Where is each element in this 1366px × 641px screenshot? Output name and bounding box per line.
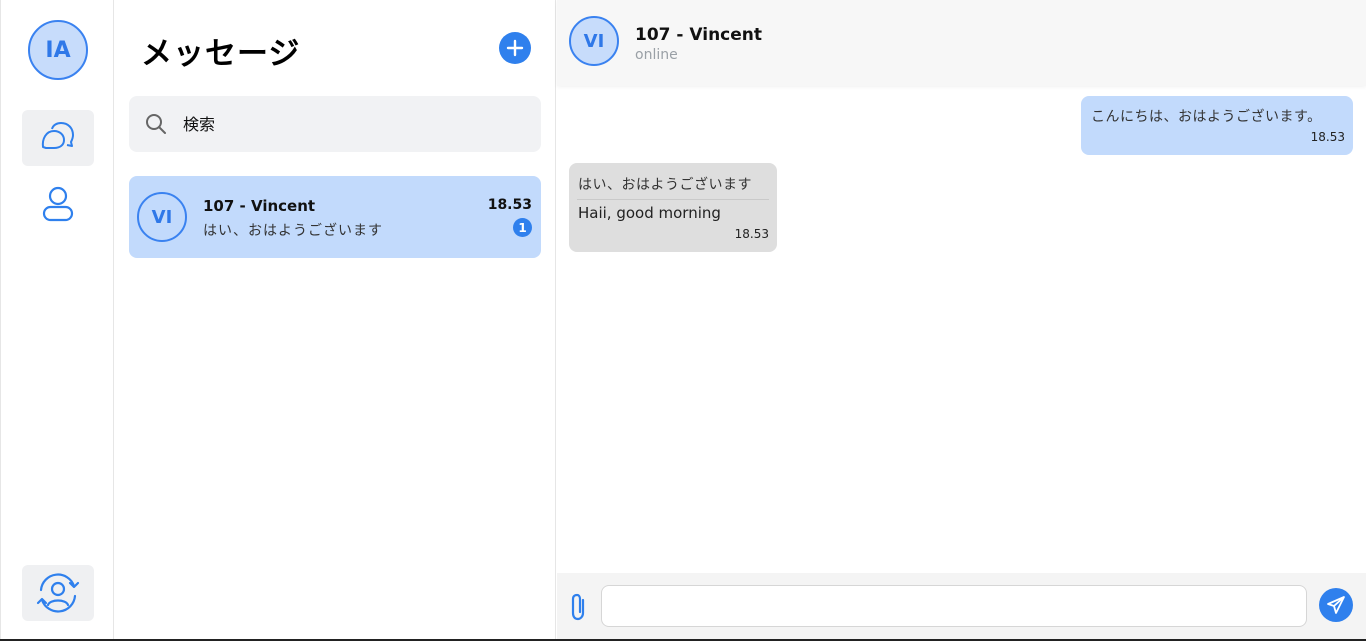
send-icon xyxy=(1327,596,1345,614)
message-composer xyxy=(557,573,1366,639)
page-title: メッセージ xyxy=(141,36,301,72)
contact-status: online xyxy=(635,47,678,63)
message-translation: Haii, good morning xyxy=(578,204,721,222)
incoming-message: はい、おはようございます Haii, good morning 18.53 xyxy=(569,163,777,252)
last-message-time: 18.53 xyxy=(487,197,532,213)
new-conversation-button[interactable] xyxy=(499,32,531,64)
message-input[interactable] xyxy=(601,585,1307,627)
message-time: 18.53 xyxy=(1310,130,1345,144)
nav-rail: IA xyxy=(0,0,114,639)
translation-divider xyxy=(577,199,769,200)
switch-account-button[interactable] xyxy=(22,565,94,621)
paperclip-icon[interactable] xyxy=(567,593,591,621)
search-input[interactable] xyxy=(183,110,523,138)
switch-account-icon xyxy=(36,573,80,613)
search-box xyxy=(129,96,541,152)
message-text: はい、おはようございます xyxy=(578,177,752,193)
outgoing-message: こんにちは、おはようございます。 18.53 xyxy=(1081,96,1353,155)
nav-chats-button[interactable] xyxy=(22,110,94,166)
nav-contacts-button[interactable] xyxy=(22,176,94,232)
search-icon xyxy=(146,114,166,134)
conversation-item[interactable]: VI 107 - Vincent はい、おはようございます 18.53 1 xyxy=(129,176,541,258)
my-avatar[interactable]: IA xyxy=(28,20,88,80)
chat-bubbles-icon xyxy=(41,122,74,149)
contact-name: 107 - Vincent xyxy=(635,25,763,45)
contact-avatar: VI xyxy=(137,192,187,242)
unread-badge: 1 xyxy=(513,218,532,237)
contact-avatar[interactable]: VI xyxy=(569,16,619,66)
user-icon xyxy=(42,186,74,222)
conversation-list-panel: メッセージ VI 107 - Vincent はい、おはようございます 18.5… xyxy=(115,0,556,639)
chat-header: VI 107 - Vincent online xyxy=(557,0,1366,86)
message-time: 18.53 xyxy=(734,227,769,241)
contact-name: 107 - Vincent xyxy=(203,197,316,215)
chat-panel: VI 107 - Vincent online こんにちは、おはようございます。… xyxy=(557,0,1366,639)
send-button[interactable] xyxy=(1319,588,1353,622)
message-text: こんにちは、おはようございます。 xyxy=(1091,109,1322,125)
last-message-preview: はい、おはようございます xyxy=(203,223,383,239)
plus-icon xyxy=(506,39,524,57)
